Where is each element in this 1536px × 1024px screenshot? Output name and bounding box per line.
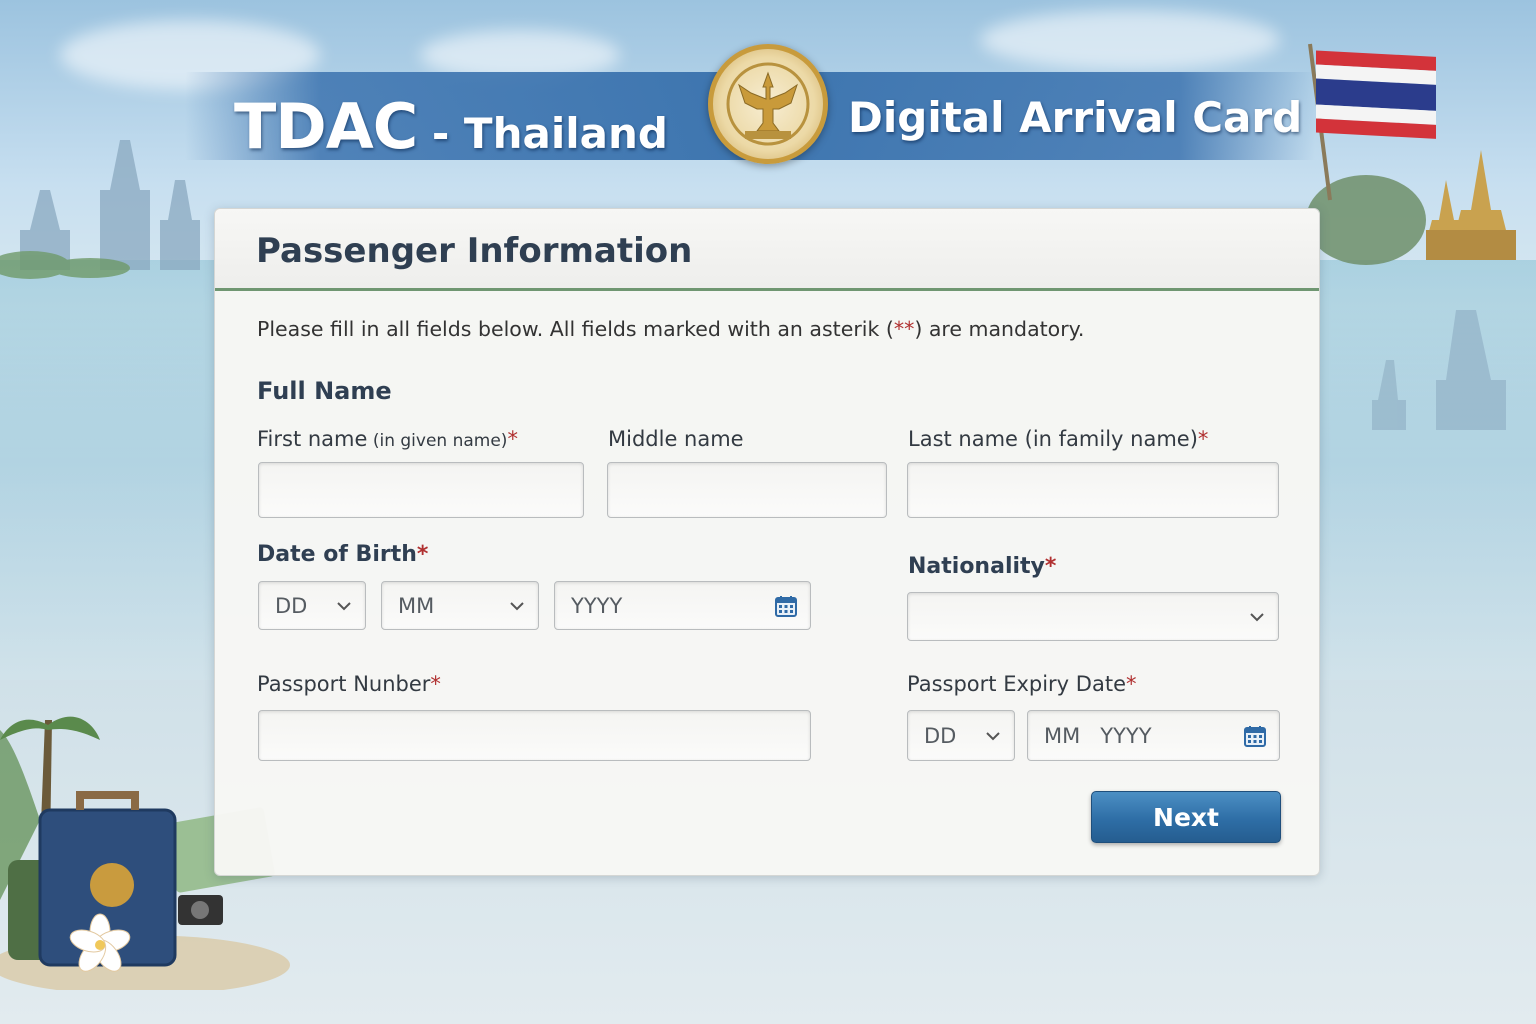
passport-expiry-label-text: Passport Expiry Date bbox=[907, 672, 1126, 696]
required-mark: * bbox=[1044, 554, 1057, 579]
passport-expiry-month: MM bbox=[1044, 723, 1081, 748]
middle-name-input[interactable] bbox=[607, 462, 887, 518]
chevron-down-icon bbox=[510, 601, 524, 610]
thai-flag-icon bbox=[1308, 43, 1436, 201]
calendar-icon[interactable] bbox=[1243, 724, 1267, 748]
dob-year-placeholder: YYYY bbox=[571, 593, 623, 618]
passport-number-label-text: Passport Nunber bbox=[257, 672, 431, 696]
dob-day-select[interactable]: DD bbox=[258, 581, 366, 630]
dob-month-value: MM bbox=[398, 593, 435, 618]
nationality-label-text: Nationality bbox=[908, 554, 1045, 579]
calendar-icon[interactable] bbox=[774, 594, 798, 618]
app-title-country: - Thailand bbox=[417, 109, 668, 158]
middle-name-label: Middle name bbox=[608, 427, 744, 451]
required-mark: * bbox=[1125, 672, 1137, 696]
form-header: Passenger Information bbox=[215, 209, 1319, 291]
required-mark: * bbox=[507, 427, 518, 451]
passport-number-label: Passport Nunber* bbox=[257, 672, 441, 696]
passport-expiry-month-year: MM YYYY bbox=[1044, 724, 1152, 748]
last-name-label-text: Last name (in family name) bbox=[908, 427, 1198, 451]
app-title-right: Digital Arrival Card bbox=[848, 93, 1303, 142]
garuda-emblem-icon bbox=[726, 62, 810, 146]
instructions-asterisks: ** bbox=[893, 317, 915, 341]
nationality-select[interactable] bbox=[907, 592, 1279, 641]
app-title-abbrev: TDAC bbox=[234, 90, 418, 163]
required-mark: * bbox=[430, 672, 441, 696]
nationality-label: Nationality* bbox=[908, 554, 1056, 579]
chevron-down-icon bbox=[986, 731, 1000, 740]
dob-day-value: DD bbox=[275, 593, 308, 618]
passport-expiry-month-year-input[interactable]: MM YYYY bbox=[1027, 710, 1280, 761]
passport-expiry-day-select[interactable]: DD bbox=[907, 710, 1015, 761]
instructions-text-end: ) are mandatory. bbox=[914, 317, 1085, 341]
passport-number-input[interactable] bbox=[258, 710, 811, 761]
full-name-section-title: Full Name bbox=[257, 377, 392, 405]
garuda-seal-icon bbox=[708, 44, 828, 164]
chevron-down-icon bbox=[1250, 612, 1264, 621]
passport-expiry-year: YYYY bbox=[1100, 723, 1152, 748]
last-name-input[interactable] bbox=[907, 462, 1279, 518]
next-button[interactable]: Next bbox=[1091, 791, 1281, 843]
chevron-down-icon bbox=[337, 601, 351, 610]
date-of-birth-label-text: Date of Birth bbox=[257, 542, 417, 567]
last-name-label: Last name (in family name)* bbox=[908, 427, 1208, 451]
first-name-hint: (in given name) bbox=[367, 431, 508, 451]
instructions-text-start: Please fill in all fields below. All fie… bbox=[257, 317, 894, 341]
app-title-left: TDAC - Thailand bbox=[234, 90, 668, 163]
date-of-birth-label: Date of Birth* bbox=[257, 542, 428, 567]
dob-year-input[interactable]: YYYY bbox=[554, 581, 811, 630]
dob-month-select[interactable]: MM bbox=[381, 581, 539, 630]
first-name-input[interactable] bbox=[258, 462, 584, 518]
passport-expiry-day-value: DD bbox=[924, 723, 957, 748]
passenger-information-form: Passenger Information Please fill in all… bbox=[214, 208, 1320, 876]
required-mark: * bbox=[1197, 427, 1209, 451]
first-name-label-text: First name bbox=[257, 427, 368, 451]
cloud bbox=[980, 10, 1280, 70]
required-mark: * bbox=[416, 542, 429, 567]
form-title: Passenger Information bbox=[256, 231, 693, 271]
first-name-label: First name (in given name)* bbox=[257, 427, 518, 451]
form-instructions: Please fill in all fields below. All fie… bbox=[257, 317, 1084, 341]
passport-expiry-label: Passport Expiry Date* bbox=[907, 672, 1136, 696]
